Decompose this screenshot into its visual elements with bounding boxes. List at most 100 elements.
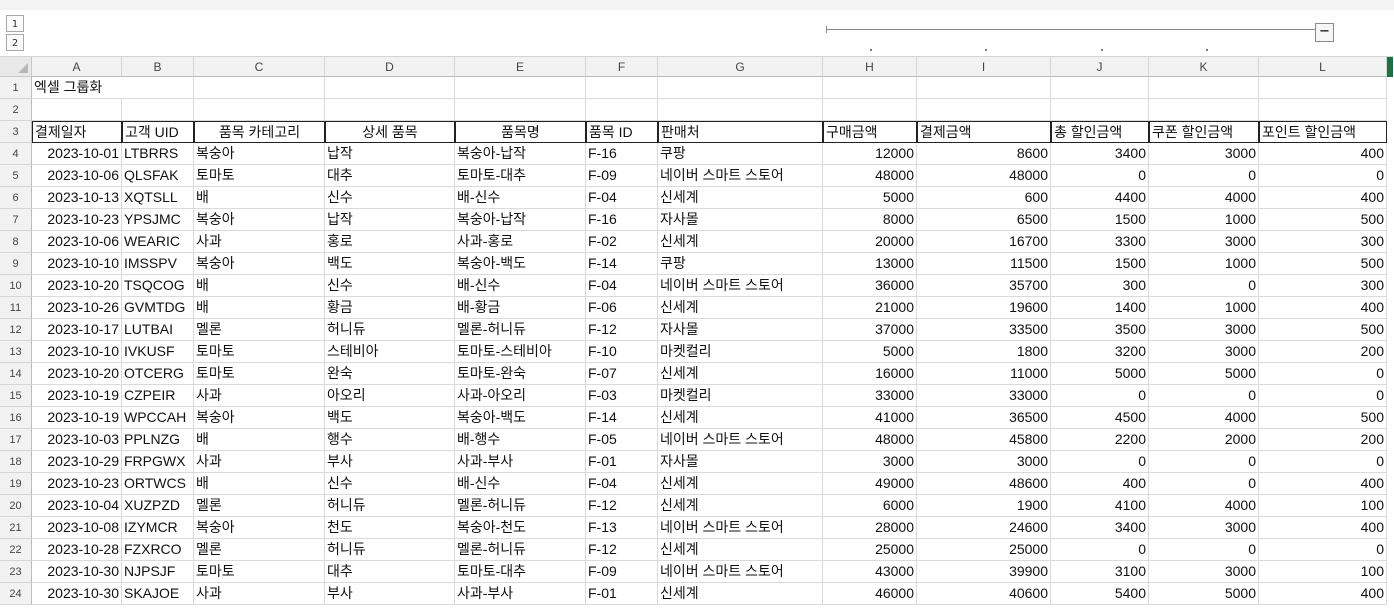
table-cell[interactable]: IVKUSF bbox=[122, 341, 194, 363]
table-cell[interactable]: F-05 bbox=[586, 429, 658, 451]
table-cell[interactable]: 토마토 bbox=[194, 341, 325, 363]
header-cell[interactable]: 결제금액 bbox=[917, 121, 1051, 143]
table-cell[interactable]: 2023-10-06 bbox=[32, 165, 122, 187]
table-cell[interactable]: 복숭아 bbox=[194, 407, 325, 429]
table-cell[interactable]: 1000 bbox=[1149, 297, 1259, 319]
table-cell[interactable]: 3000 bbox=[1149, 231, 1259, 253]
table-cell[interactable]: F-03 bbox=[586, 385, 658, 407]
row-header[interactable]: 3 bbox=[0, 121, 32, 143]
header-cell[interactable]: 고객 UID bbox=[122, 121, 194, 143]
table-cell[interactable]: 0 bbox=[1259, 385, 1387, 407]
header-cell[interactable]: 판매처 bbox=[658, 121, 823, 143]
outline-level-2-button[interactable]: 2 bbox=[6, 34, 24, 51]
table-cell[interactable]: 네이버 스마트 스토어 bbox=[658, 517, 823, 539]
table-cell[interactable]: 41000 bbox=[823, 407, 917, 429]
cell[interactable] bbox=[455, 99, 586, 121]
table-cell[interactable]: 1500 bbox=[1051, 209, 1149, 231]
cell[interactable] bbox=[122, 99, 194, 121]
table-cell[interactable]: 500 bbox=[1259, 319, 1387, 341]
column-header-j[interactable]: J bbox=[1051, 57, 1149, 77]
table-cell[interactable]: F-04 bbox=[586, 187, 658, 209]
table-cell[interactable]: 2023-10-01 bbox=[32, 143, 122, 165]
table-cell[interactable]: 신수 bbox=[325, 187, 455, 209]
cell[interactable] bbox=[32, 99, 122, 121]
table-cell[interactable]: 43000 bbox=[823, 561, 917, 583]
table-cell[interactable]: F-14 bbox=[586, 253, 658, 275]
table-cell[interactable]: WPCCAH bbox=[122, 407, 194, 429]
column-header-f[interactable]: F bbox=[586, 57, 658, 77]
cell[interactable] bbox=[455, 77, 586, 99]
table-cell[interactable]: 400 bbox=[1259, 473, 1387, 495]
table-cell[interactable]: 허니듀 bbox=[325, 539, 455, 561]
table-cell[interactable]: 복숭아-백도 bbox=[455, 253, 586, 275]
header-cell[interactable]: 품목 카테고리 bbox=[194, 121, 325, 143]
table-cell[interactable]: 16000 bbox=[823, 363, 917, 385]
row-header[interactable]: 23 bbox=[0, 561, 32, 583]
table-cell[interactable]: IZYMCR bbox=[122, 517, 194, 539]
table-cell[interactable]: 2023-10-10 bbox=[32, 341, 122, 363]
table-cell[interactable]: 3000 bbox=[1149, 341, 1259, 363]
table-cell[interactable]: 멜론 bbox=[194, 539, 325, 561]
table-cell[interactable]: 4000 bbox=[1149, 495, 1259, 517]
header-cell[interactable]: 결제일자 bbox=[32, 121, 122, 143]
table-cell[interactable]: 1900 bbox=[917, 495, 1051, 517]
table-cell[interactable]: NJPSJF bbox=[122, 561, 194, 583]
table-cell[interactable]: 복숭아-납작 bbox=[455, 143, 586, 165]
table-cell[interactable]: 네이버 스마트 스토어 bbox=[658, 429, 823, 451]
table-cell[interactable]: 3400 bbox=[1051, 143, 1149, 165]
table-cell[interactable]: 2023-10-17 bbox=[32, 319, 122, 341]
table-cell[interactable]: 3000 bbox=[823, 451, 917, 473]
table-cell[interactable]: 4100 bbox=[1051, 495, 1149, 517]
table-cell[interactable]: 자사몰 bbox=[658, 319, 823, 341]
table-cell[interactable]: 스테비아 bbox=[325, 341, 455, 363]
table-cell[interactable]: FZXRCO bbox=[122, 539, 194, 561]
table-cell[interactable]: F-04 bbox=[586, 275, 658, 297]
table-cell[interactable]: 4500 bbox=[1051, 407, 1149, 429]
table-cell[interactable]: 백도 bbox=[325, 407, 455, 429]
table-cell[interactable]: 배-행수 bbox=[455, 429, 586, 451]
table-cell[interactable]: 500 bbox=[1259, 209, 1387, 231]
table-cell[interactable]: 2023-10-30 bbox=[32, 561, 122, 583]
row-header[interactable]: 16 bbox=[0, 407, 32, 429]
table-cell[interactable]: CZPEIR bbox=[122, 385, 194, 407]
table-cell[interactable]: 토마토 bbox=[194, 165, 325, 187]
row-header[interactable]: 15 bbox=[0, 385, 32, 407]
table-cell[interactable]: 4000 bbox=[1149, 407, 1259, 429]
table-cell[interactable]: 0 bbox=[1149, 275, 1259, 297]
table-cell[interactable]: F-07 bbox=[586, 363, 658, 385]
table-cell[interactable]: 홍로 bbox=[325, 231, 455, 253]
header-cell[interactable]: 총 할인금액 bbox=[1051, 121, 1149, 143]
table-cell[interactable]: F-13 bbox=[586, 517, 658, 539]
cell[interactable] bbox=[1149, 99, 1259, 121]
row-header[interactable]: 21 bbox=[0, 517, 32, 539]
row-header[interactable]: 10 bbox=[0, 275, 32, 297]
table-cell[interactable]: GVMTDG bbox=[122, 297, 194, 319]
table-cell[interactable]: 사과 bbox=[194, 583, 325, 605]
table-cell[interactable]: FRPGWX bbox=[122, 451, 194, 473]
table-cell[interactable]: 사과-아오리 bbox=[455, 385, 586, 407]
table-cell[interactable]: 마켓컬리 bbox=[658, 385, 823, 407]
table-cell[interactable]: 배 bbox=[194, 187, 325, 209]
table-cell[interactable]: 복숭아-천도 bbox=[455, 517, 586, 539]
cell[interactable] bbox=[823, 99, 917, 121]
table-cell[interactable]: 35700 bbox=[917, 275, 1051, 297]
table-cell[interactable]: 배-신수 bbox=[455, 473, 586, 495]
table-cell[interactable]: 아오리 bbox=[325, 385, 455, 407]
cell[interactable] bbox=[823, 77, 917, 99]
table-cell[interactable]: 배-신수 bbox=[455, 187, 586, 209]
group-collapse-button[interactable]: − bbox=[1315, 23, 1334, 42]
table-cell[interactable]: 3000 bbox=[1149, 319, 1259, 341]
table-cell[interactable]: 사과-부사 bbox=[455, 583, 586, 605]
cell[interactable] bbox=[1149, 77, 1259, 99]
table-cell[interactable]: 천도 bbox=[325, 517, 455, 539]
table-cell[interactable]: 1800 bbox=[917, 341, 1051, 363]
column-header-d[interactable]: D bbox=[325, 57, 455, 77]
table-cell[interactable]: 2023-10-20 bbox=[32, 275, 122, 297]
table-cell[interactable]: 허니듀 bbox=[325, 495, 455, 517]
column-header-a[interactable]: A bbox=[32, 57, 122, 77]
table-cell[interactable]: 사과 bbox=[194, 451, 325, 473]
table-cell[interactable]: 37000 bbox=[823, 319, 917, 341]
table-cell[interactable]: 33000 bbox=[823, 385, 917, 407]
table-cell[interactable]: 0 bbox=[1051, 165, 1149, 187]
table-cell[interactable]: 신세계 bbox=[658, 363, 823, 385]
